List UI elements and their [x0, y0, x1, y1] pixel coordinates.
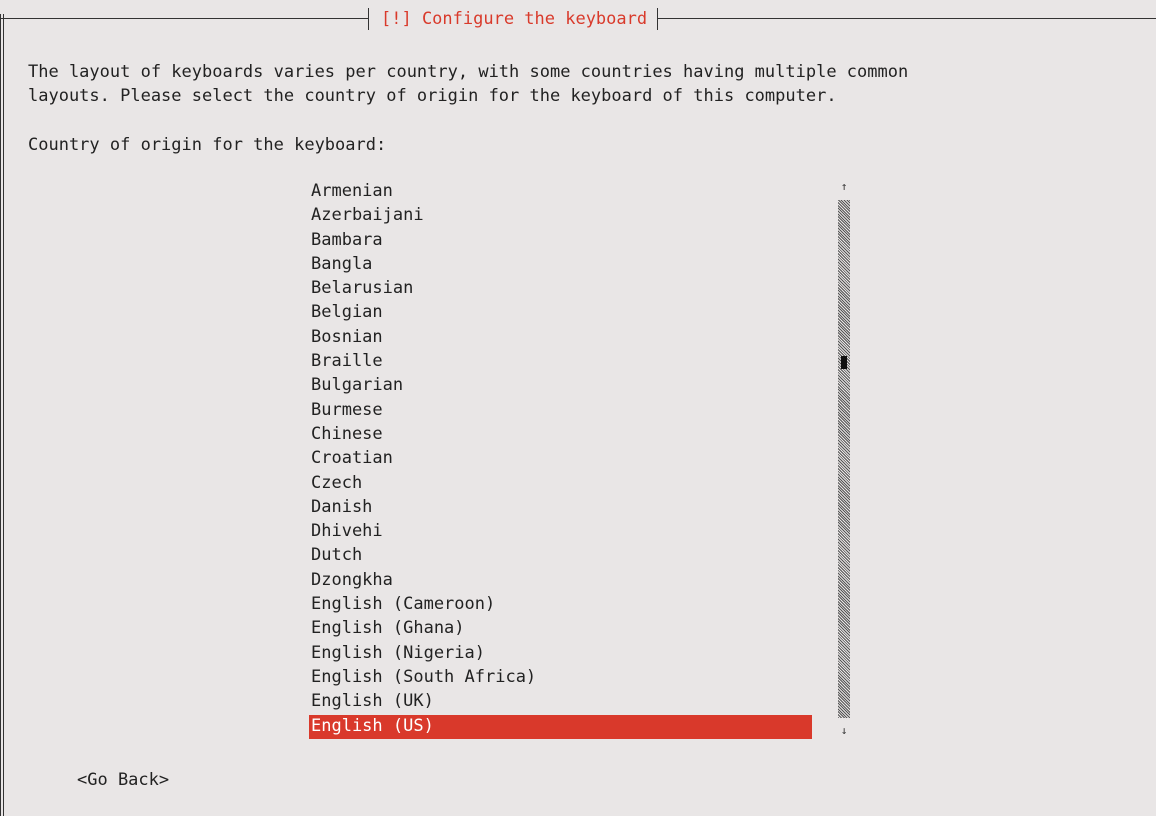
list-item[interactable]: English (Ghana) [309, 617, 812, 641]
list-item[interactable]: English (South Africa) [309, 666, 812, 690]
list-item[interactable]: Czech [309, 472, 812, 496]
dialog-frame-left [0, 14, 4, 816]
title-right-tick [657, 8, 659, 30]
scrollbar-track[interactable] [838, 200, 850, 718]
scroll-up-arrow-icon[interactable]: ↑ [835, 180, 853, 194]
description-line: The layout of keyboards varies per count… [28, 62, 909, 82]
list-item[interactable]: Belarusian [309, 277, 812, 301]
country-list[interactable]: Armenian Azerbaijani Bambara Bangla Belarusi… [309, 180, 812, 739]
list-item[interactable]: Dzongkha [309, 569, 812, 593]
list-item[interactable]: English (Nigeria) [309, 642, 812, 666]
list-item[interactable]: Burmese [309, 399, 812, 423]
list-item[interactable]: English (Cameroon) [309, 593, 812, 617]
list-prompt: Country of origin for the keyboard: [28, 135, 387, 155]
scrollbar[interactable]: ↑ ↓ [835, 180, 853, 740]
description-line: layouts. Please select the country of or… [28, 86, 837, 106]
list-item[interactable]: Bosnian [309, 326, 812, 350]
list-item[interactable]: Belgian [309, 301, 812, 325]
go-back-button[interactable]: <Go Back> [77, 768, 169, 792]
list-item[interactable]: Bambara [309, 229, 812, 253]
list-item[interactable]: Chinese [309, 423, 812, 447]
list-item[interactable]: Braille [309, 350, 812, 374]
list-item[interactable]: Croatian [309, 447, 812, 471]
dialog-title-bar: [!] Configure the keyboard [368, 6, 659, 32]
list-item[interactable]: Azerbaijani [309, 204, 812, 228]
list-item[interactable]: Bulgarian [309, 374, 812, 398]
dialog-title: [!] Configure the keyboard [381, 9, 648, 29]
list-item[interactable]: Dhivehi [309, 520, 812, 544]
list-item-selected[interactable]: English (US) [309, 714, 812, 739]
list-item[interactable]: Bangla [309, 253, 812, 277]
dialog-description: The layout of keyboards varies per count… [28, 60, 1138, 108]
list-item[interactable]: Danish [309, 496, 812, 520]
scrollbar-thumb[interactable] [841, 356, 847, 369]
list-item[interactable]: English (UK) [309, 690, 812, 714]
list-item[interactable]: Dutch [309, 544, 812, 568]
scroll-down-arrow-icon[interactable]: ↓ [835, 724, 853, 738]
list-item[interactable]: Armenian [309, 180, 812, 204]
